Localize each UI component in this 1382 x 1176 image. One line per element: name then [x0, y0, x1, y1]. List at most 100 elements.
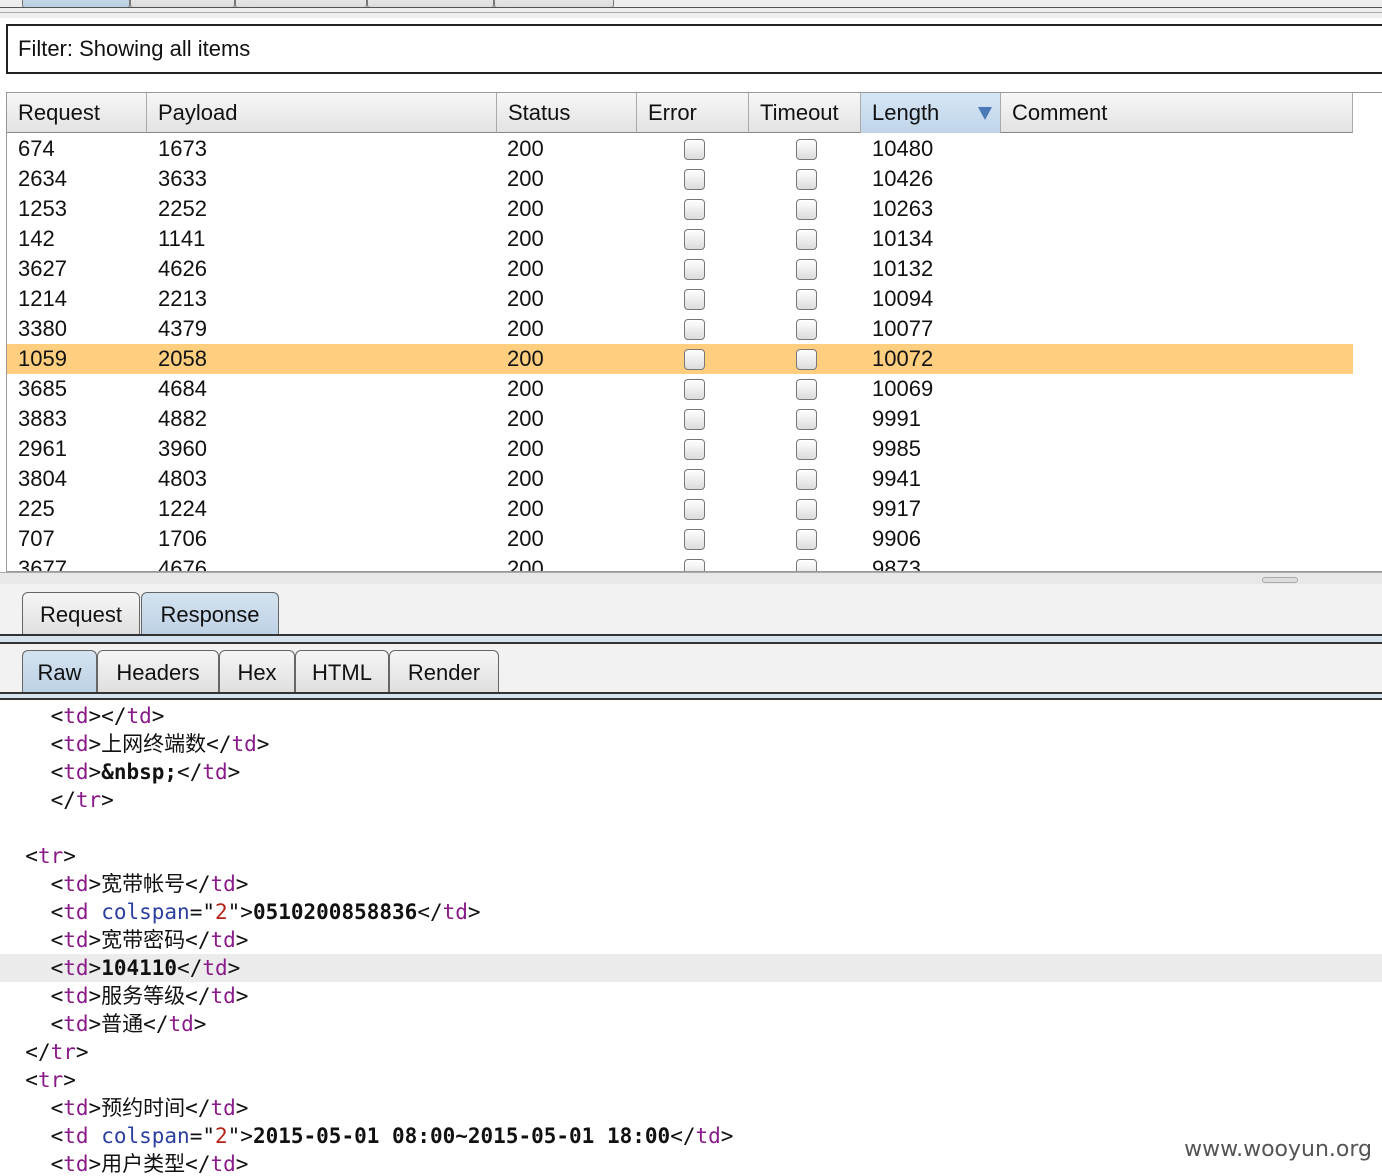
tab-response[interactable]: Response — [141, 592, 279, 638]
table-row[interactable]: 3685 4684 200 10069 — [7, 374, 1353, 404]
column-header-status[interactable]: Status — [497, 93, 637, 133]
code-token: > — [101, 788, 114, 812]
code-token: td — [695, 1124, 721, 1148]
code-token: >上网终端数</ — [88, 732, 232, 756]
error-checkbox — [684, 349, 705, 370]
column-header-payload[interactable]: Payload — [147, 93, 497, 133]
cell-payload: 4626 — [158, 256, 207, 281]
table-row[interactable]: 1214 2213 200 10094 — [7, 284, 1353, 314]
code-token: </ — [50, 788, 76, 812]
code-token: > — [720, 1124, 734, 1148]
timeout-checkbox — [796, 289, 817, 310]
cell-length: 9906 — [872, 526, 921, 551]
code-token: td — [63, 900, 89, 924]
code-token: =" — [189, 900, 215, 924]
table-row[interactable]: 2961 3960 200 9985 — [7, 434, 1353, 464]
code-token: > — [235, 928, 249, 952]
error-checkbox — [684, 559, 705, 571]
code-token: td — [210, 872, 236, 896]
column-header-timeout[interactable]: Timeout — [749, 93, 861, 133]
tab-raw[interactable]: Raw — [22, 650, 97, 694]
tab-label: Raw — [37, 660, 82, 685]
code-token: < — [50, 984, 64, 1008]
table-row[interactable]: 3380 4379 200 10077 — [7, 314, 1353, 344]
cell-payload: 4379 — [158, 316, 207, 341]
table-row[interactable]: 3677 4676 200 9873 — [7, 554, 1353, 571]
code-token: > — [63, 1068, 76, 1092]
code-token: > — [151, 704, 165, 728]
code-token: td — [231, 732, 257, 756]
split-handle-icon[interactable] — [1262, 577, 1298, 583]
split-pane-divider[interactable] — [0, 572, 1382, 584]
tab-label: Headers — [116, 660, 200, 685]
cell-payload: 4882 — [158, 406, 207, 431]
timeout-checkbox — [796, 199, 817, 220]
code-token: colspan — [101, 900, 190, 924]
table-row[interactable]: 3627 4626 200 10132 — [7, 254, 1353, 284]
cell-status: 200 — [507, 376, 544, 401]
code-token: 0510200858836 — [252, 900, 418, 924]
code-line: <td>104110</td> — [0, 954, 1382, 982]
code-token: =" — [189, 1124, 215, 1148]
error-checkbox — [684, 229, 705, 250]
column-header-length[interactable]: Length — [861, 93, 1001, 133]
cell-status: 200 — [507, 136, 544, 161]
table-row[interactable]: 707 1706 200 9906 — [7, 524, 1353, 554]
table-row[interactable]: 225 1224 200 9917 — [7, 494, 1353, 524]
response-raw-editor[interactable]: <td></td> <td>上网终端数</td> <td>&nbsp;</td>… — [0, 702, 1382, 1176]
cell-request: 142 — [18, 226, 55, 251]
filter-bar[interactable]: Filter: Showing all items — [6, 24, 1382, 74]
code-token: "> — [227, 900, 253, 924]
cell-payload: 2213 — [158, 286, 207, 311]
cell-request: 3380 — [18, 316, 67, 341]
table-row[interactable]: 142 1141 200 10134 — [7, 224, 1353, 254]
tab-request[interactable]: Request — [22, 592, 140, 638]
code-token: >用户类型</ — [88, 1152, 211, 1176]
column-header-error[interactable]: Error — [637, 93, 749, 133]
tab-html[interactable]: HTML — [295, 650, 389, 694]
table-row[interactable]: 3883 4882 200 9991 — [7, 404, 1353, 434]
code-token: < — [25, 844, 38, 868]
code-line: <td>普通</td> — [0, 1010, 1382, 1038]
code-token: td — [63, 1096, 89, 1120]
cell-request: 1253 — [18, 196, 67, 221]
timeout-checkbox — [796, 469, 817, 490]
cell-payload: 3960 — [158, 436, 207, 461]
column-header-label: Error — [648, 100, 697, 125]
code-line: <td>上网终端数</td> — [0, 730, 1382, 758]
tab-label: Render — [407, 660, 481, 685]
cell-status: 200 — [507, 406, 544, 431]
code-line: <td>宽带密码</td> — [0, 926, 1382, 954]
code-token: td — [63, 760, 89, 784]
tab-hex[interactable]: Hex — [219, 650, 295, 694]
cell-status: 200 — [507, 466, 544, 491]
code-token: >预约时间</ — [88, 1096, 211, 1120]
table-row[interactable]: 1253 2252 200 10263 — [7, 194, 1353, 224]
column-header-label: Payload — [158, 100, 238, 125]
code-token: < — [50, 1096, 64, 1120]
tab-label: Hex — [237, 660, 277, 685]
column-header-comment[interactable]: Comment — [1001, 93, 1353, 133]
table-row[interactable]: 674 1673 200 10480 — [7, 134, 1353, 164]
code-token: td — [210, 984, 236, 1008]
table-row[interactable]: 3804 4803 200 9941 — [7, 464, 1353, 494]
code-token: td — [63, 704, 89, 728]
tab-render[interactable]: Render — [389, 650, 499, 694]
code-token: < — [25, 1068, 38, 1092]
code-token: < — [50, 1124, 64, 1148]
cell-status: 200 — [507, 526, 544, 551]
tab-headers[interactable]: Headers — [97, 650, 219, 694]
timeout-checkbox — [796, 559, 817, 571]
sort-descending-icon — [978, 107, 992, 120]
cell-length: 10480 — [872, 136, 934, 161]
table-row[interactable]: 2634 3633 200 10426 — [7, 164, 1353, 194]
column-header-label: Length — [872, 100, 940, 125]
column-header-request[interactable]: Request — [7, 93, 147, 133]
table-row[interactable]: 1059 2058 200 10072 — [7, 344, 1353, 374]
